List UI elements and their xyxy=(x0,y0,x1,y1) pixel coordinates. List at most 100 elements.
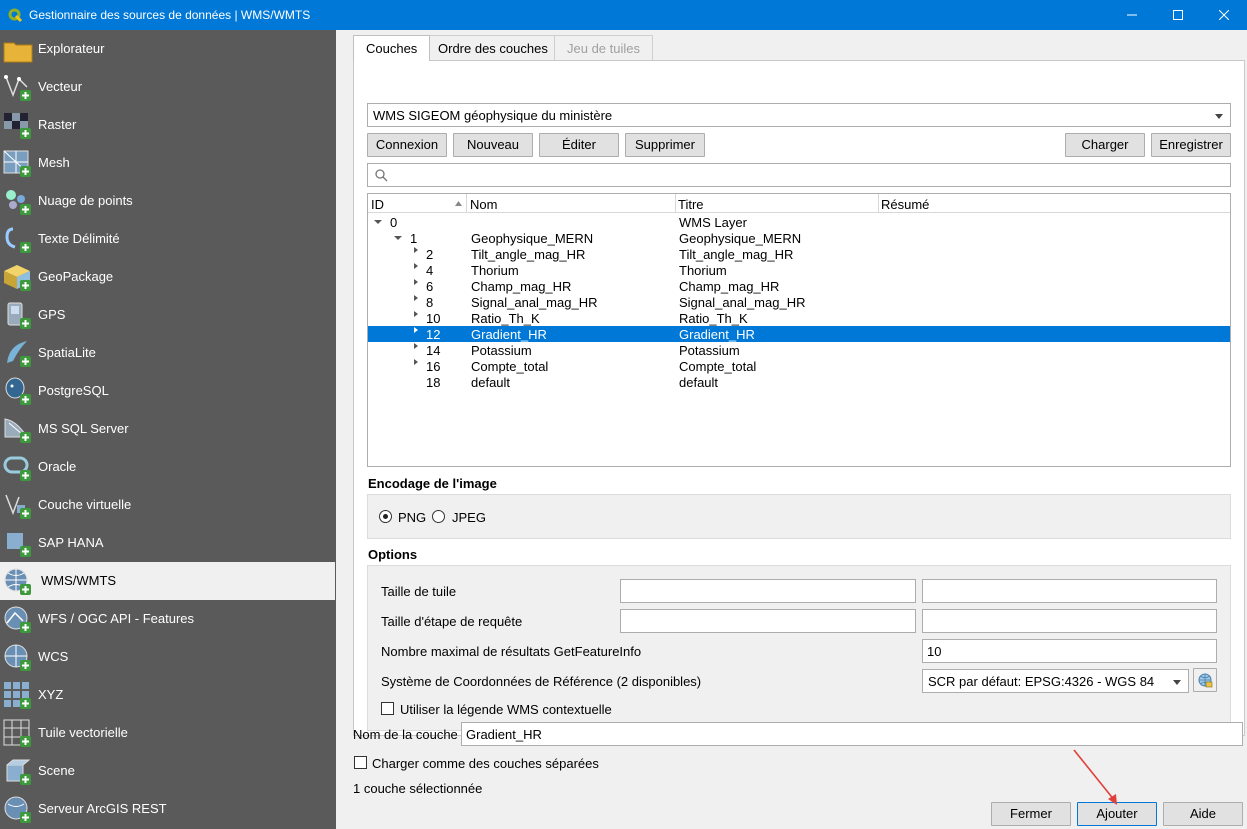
jpeg-label[interactable]: JPEG xyxy=(452,510,486,525)
vector-tile-icon xyxy=(3,719,31,747)
row-title: Geophysique_MERN xyxy=(679,231,802,246)
sidebar-item-raster[interactable]: Raster xyxy=(0,106,335,144)
tree-row[interactable]: 8 Signal_anal_mag_HR Signal_anal_mag_HR xyxy=(368,294,1230,310)
crs-selector-button[interactable] xyxy=(1193,668,1217,692)
help-button[interactable]: Aide xyxy=(1163,802,1243,826)
tree-row[interactable]: 0 WMS Layer xyxy=(368,214,1230,230)
tab-ordre-des-couches[interactable]: Ordre des couches xyxy=(425,35,561,60)
column-header-id[interactable]: ID xyxy=(371,197,384,212)
png-label[interactable]: PNG xyxy=(398,510,426,525)
sidebar-item-label: WMS/WMTS xyxy=(41,573,117,588)
sidebar-item-mesh[interactable]: Mesh xyxy=(0,144,335,182)
sidebar-item-spatialite[interactable]: SpatiaLite xyxy=(0,334,335,372)
mssql-icon xyxy=(4,418,31,443)
sidebar-splitter[interactable] xyxy=(336,30,350,829)
delete-button[interactable]: Supprimer xyxy=(625,133,705,157)
new-button-label: Nouveau xyxy=(466,137,520,152)
layer-tree[interactable]: ID Nom Titre Résumé 0 WMS Layer 1 Geophysiq… xyxy=(367,193,1231,467)
edit-button[interactable]: Éditer xyxy=(539,133,619,157)
sidebar-item-arcgis-rest[interactable]: Serveur ArcGIS REST xyxy=(0,790,335,828)
sidebar-item-label: Nuage de points xyxy=(38,193,133,208)
expander-icon[interactable] xyxy=(414,311,418,317)
step-height-input[interactable] xyxy=(922,609,1217,633)
max-results-input[interactable]: 10 xyxy=(922,639,1217,663)
crs-select[interactable]: SCR par défaut: EPSG:4326 - WGS 84 xyxy=(922,669,1189,693)
row-name: Ratio_Th_K xyxy=(471,311,540,326)
tile-width-input[interactable] xyxy=(620,579,916,603)
expander-icon[interactable] xyxy=(414,327,418,333)
close-window-button[interactable] xyxy=(1201,0,1247,30)
tile-height-input[interactable] xyxy=(922,579,1217,603)
separate-layers-checkbox[interactable] xyxy=(354,756,367,769)
column-header-resume[interactable]: Résumé xyxy=(881,197,929,212)
sidebar-item-vector-tile[interactable]: Tuile vectorielle xyxy=(0,714,335,752)
sidebar-item-mssql[interactable]: MS SQL Server xyxy=(0,410,335,448)
tab-label: Jeu de tuiles xyxy=(567,41,640,56)
close-button[interactable]: Fermer xyxy=(991,802,1071,826)
expander-icon[interactable] xyxy=(414,279,418,285)
sidebar-item-gps[interactable]: GPS xyxy=(0,296,335,334)
tree-row[interactable]: 4 Thorium Thorium xyxy=(368,262,1230,278)
new-button[interactable]: Nouveau xyxy=(453,133,533,157)
minimize-button[interactable] xyxy=(1109,0,1155,30)
column-header-titre[interactable]: Titre xyxy=(678,197,704,212)
tree-row[interactable]: 12 Gradient_HR Gradient_HR xyxy=(368,326,1230,342)
tree-row[interactable]: 6 Champ_mag_HR Champ_mag_HR xyxy=(368,278,1230,294)
connection-select[interactable]: WMS SIGEOM géophysique du ministère xyxy=(367,103,1231,127)
expander-icon[interactable] xyxy=(414,359,418,365)
expander-icon[interactable] xyxy=(414,295,418,301)
sidebar-item-wfs[interactable]: WFS / OGC API - Features xyxy=(0,600,335,638)
close-button-label: Fermer xyxy=(1010,806,1052,821)
sidebar-item-geopackage[interactable]: GeoPackage xyxy=(0,258,335,296)
png-radio[interactable] xyxy=(379,510,392,523)
tree-row[interactable]: 16 Compte_total Compte_total xyxy=(368,358,1230,374)
layer-tree-header: ID Nom Titre Résumé xyxy=(368,194,1230,213)
jpeg-radio[interactable] xyxy=(432,510,445,523)
tree-row[interactable]: 18 default default xyxy=(368,374,1230,390)
tree-row[interactable]: 1 Geophysique_MERN Geophysique_MERN xyxy=(368,230,1230,246)
load-button[interactable]: Charger xyxy=(1065,133,1145,157)
options-group: Taille de tuile Taille d'étape de requêt… xyxy=(367,565,1231,731)
save-button[interactable]: Enregistrer xyxy=(1151,133,1231,157)
contextual-legend-checkbox[interactable] xyxy=(381,702,394,715)
connect-button[interactable]: Connexion xyxy=(367,133,447,157)
contextual-legend-label[interactable]: Utiliser la légende WMS contextuelle xyxy=(400,702,612,717)
scene-icon xyxy=(6,759,31,785)
search-input[interactable] xyxy=(367,163,1231,187)
sidebar-item-virtual-layer[interactable]: Couche virtuelle xyxy=(0,486,335,524)
sidebar-item-sap-hana[interactable]: SAP HANA xyxy=(0,524,335,562)
edit-button-label: Éditer xyxy=(562,137,596,152)
row-id: 10 xyxy=(426,311,441,326)
sidebar-item-oracle[interactable]: Oracle xyxy=(0,448,335,486)
tab-couches[interactable]: Couches xyxy=(353,35,431,61)
sidebar-item-postgresql[interactable]: PostgreSQL xyxy=(0,372,335,410)
row-title: Tilt_angle_mag_HR xyxy=(679,247,794,262)
layers-tab-pane: WMS SIGEOM géophysique du ministère Conn… xyxy=(353,60,1245,736)
expander-icon[interactable] xyxy=(394,236,402,240)
sidebar-item-point-cloud[interactable]: Nuage de points xyxy=(0,182,335,220)
tree-row[interactable]: 14 Potassium Potassium xyxy=(368,342,1230,358)
delimited-text-icon xyxy=(5,227,31,253)
sidebar-item-delimited-text[interactable]: Texte Délimité xyxy=(0,220,335,258)
row-id: 2 xyxy=(426,247,434,262)
maximize-button[interactable] xyxy=(1155,0,1201,30)
expander-icon[interactable] xyxy=(414,343,418,349)
expander-icon[interactable] xyxy=(414,247,418,253)
step-width-input[interactable] xyxy=(620,609,916,633)
sidebar-item-wcs[interactable]: WCS xyxy=(0,638,335,676)
expander-icon[interactable] xyxy=(374,220,382,224)
column-header-nom[interactable]: Nom xyxy=(470,197,497,212)
tree-row[interactable]: 2 Tilt_angle_mag_HR Tilt_angle_mag_HR xyxy=(368,246,1230,262)
sidebar-item-folder[interactable]: Explorateur xyxy=(0,30,335,68)
sidebar-item-vector[interactable]: Vecteur xyxy=(0,68,335,106)
expander-icon[interactable] xyxy=(414,263,418,269)
separate-layers-label[interactable]: Charger comme des couches séparées xyxy=(372,756,599,771)
sidebar-item-label: Oracle xyxy=(38,459,77,474)
sidebar-item-scene[interactable]: Scene xyxy=(0,752,335,790)
sidebar-item-wms[interactable]: WMS/WMTS xyxy=(0,562,335,600)
layer-name-input[interactable]: Gradient_HR xyxy=(461,722,1243,746)
sidebar-item-xyz[interactable]: XYZ xyxy=(0,676,335,714)
column-separator xyxy=(675,194,676,213)
tree-row[interactable]: 10 Ratio_Th_K Ratio_Th_K xyxy=(368,310,1230,326)
row-name: Compte_total xyxy=(471,359,549,374)
